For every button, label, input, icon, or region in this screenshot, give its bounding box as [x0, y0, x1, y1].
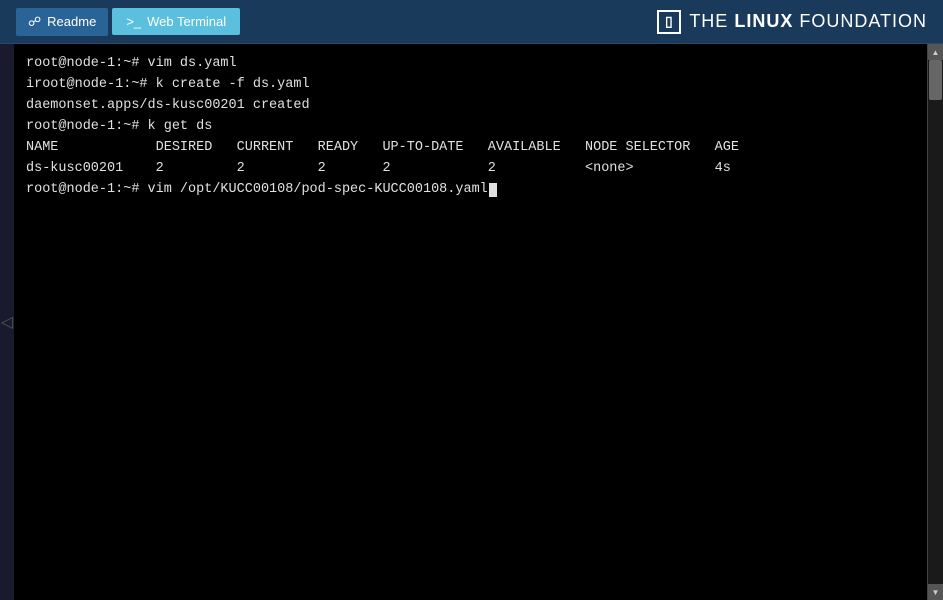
logo-text: THE LINUX FOUNDATION — [689, 11, 927, 32]
scrollbar-thumb[interactable] — [929, 60, 942, 100]
scrollbar-up-button[interactable]: ▲ — [928, 44, 943, 60]
terminal-cursor — [489, 183, 497, 197]
terminal-line-2: iroot@node-1:~# k create -f ds.yaml — [26, 75, 915, 96]
terminal-table-header: NAME DESIRED CURRENT READY UP-TO-DATE AV… — [26, 138, 915, 159]
header: ☍ Readme >_ Web Terminal ▯ THE LINUX FOU… — [0, 0, 943, 44]
terminal-table-row: ds-kusc00201 2 2 2 2 2 <none> 4s — [26, 159, 915, 180]
readme-button[interactable]: ☍ Readme — [16, 8, 108, 36]
scrollbar-down-button[interactable]: ▼ — [928, 584, 943, 600]
main-content: ◁ root@node-1:~# vim ds.yaml iroot@node-… — [0, 44, 943, 600]
terminal-line-4: root@node-1:~# k get ds — [26, 117, 915, 138]
terminal-line-1: root@node-1:~# vim ds.yaml — [26, 54, 915, 75]
scrollbar-track[interactable] — [928, 60, 943, 584]
readme-icon: ☍ — [28, 14, 41, 30]
linux-foundation-logo-icon: ▯ — [657, 10, 681, 34]
terminal-label: Web Terminal — [147, 14, 226, 29]
terminal-button[interactable]: >_ Web Terminal — [112, 8, 240, 35]
terminal-line-3: daemonset.apps/ds-kusc00201 created — [26, 96, 915, 117]
terminal-line-7: root@node-1:~# vim /opt/KUCC00108/pod-sp… — [26, 180, 915, 201]
header-left: ☍ Readme >_ Web Terminal — [16, 8, 240, 36]
scrollbar[interactable]: ▲ ▼ — [927, 44, 943, 600]
terminal-prompt-icon: >_ — [126, 14, 141, 29]
left-edge-marker: ◁ — [0, 44, 14, 600]
header-logo: ▯ THE LINUX FOUNDATION — [657, 10, 927, 34]
readme-label: Readme — [47, 14, 96, 29]
terminal-window[interactable]: root@node-1:~# vim ds.yaml iroot@node-1:… — [14, 44, 927, 600]
